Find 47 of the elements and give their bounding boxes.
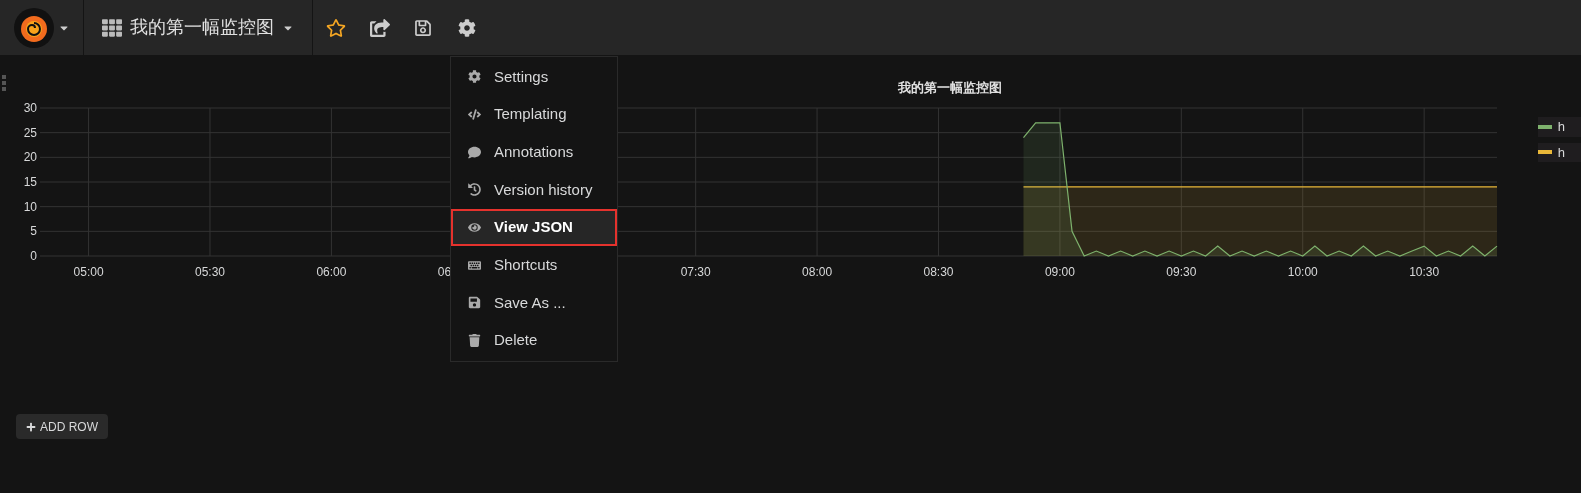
add-row-button[interactable]: ADD ROW: [16, 414, 108, 439]
menu-item[interactable]: Templating: [451, 95, 617, 134]
x-tick-label: 09:30: [1166, 265, 1197, 279]
grid-icon: [102, 17, 122, 38]
code-icon: [468, 108, 481, 122]
x-tick-label: 10:30: [1409, 265, 1440, 279]
speech-bubble-icon: [468, 145, 481, 159]
x-tick-label: 05:00: [73, 265, 104, 279]
legend-label[interactable]: h: [1557, 142, 1565, 162]
keyboard-icon: [468, 258, 481, 272]
dashboard-picker[interactable]: 我的第一幅监控图: [84, 0, 313, 55]
share-button[interactable]: [370, 17, 390, 38]
drag-handle-icon[interactable]: [2, 75, 6, 91]
panel-title: 我的第一幅监控图: [898, 79, 1002, 97]
save-button[interactable]: [414, 17, 434, 38]
menu-item[interactable]: Save As ...: [451, 284, 617, 322]
trash-icon: [468, 334, 481, 348]
x-tick-label: 06: [437, 265, 452, 279]
menu-item[interactable]: Delete: [451, 321, 617, 360]
gear-icon: [468, 70, 481, 84]
y-tick-label: 25: [23, 125, 37, 140]
x-tick-label: 07:30: [680, 265, 711, 279]
legend-label[interactable]: h: [1557, 117, 1565, 137]
menu-item[interactable]: Version history: [451, 171, 617, 209]
x-tick-label: 09:00: [1044, 265, 1075, 279]
history-icon: [468, 183, 481, 197]
x-tick-label: 08:30: [923, 265, 954, 279]
y-tick-label: 10: [23, 199, 37, 214]
menu-item[interactable]: Annotations: [451, 133, 617, 172]
y-tick-label: 15: [23, 175, 37, 189]
menu-item[interactable]: View JSON: [451, 208, 617, 247]
x-tick-label: 05:30: [195, 265, 225, 279]
dashboard-title: 我的第一幅监控图: [130, 16, 274, 39]
eye-icon: [468, 221, 481, 235]
menu-item[interactable]: Shortcuts: [451, 246, 617, 285]
star-button[interactable]: [326, 17, 346, 38]
x-tick-label: 08:00: [802, 265, 833, 279]
x-tick-label: 06:00: [316, 265, 347, 279]
menu-item[interactable]: Settings: [451, 58, 617, 96]
y-tick-label: 30: [23, 101, 37, 115]
grafana-logo-icon: [13, 7, 54, 48]
settings-button[interactable]: [458, 17, 478, 38]
y-tick-label: 0: [30, 249, 37, 263]
plus-icon: [26, 421, 36, 432]
y-tick-label: 5: [30, 224, 37, 239]
x-tick-label: 10:00: [1287, 265, 1318, 279]
y-tick-label: 20: [23, 150, 37, 165]
